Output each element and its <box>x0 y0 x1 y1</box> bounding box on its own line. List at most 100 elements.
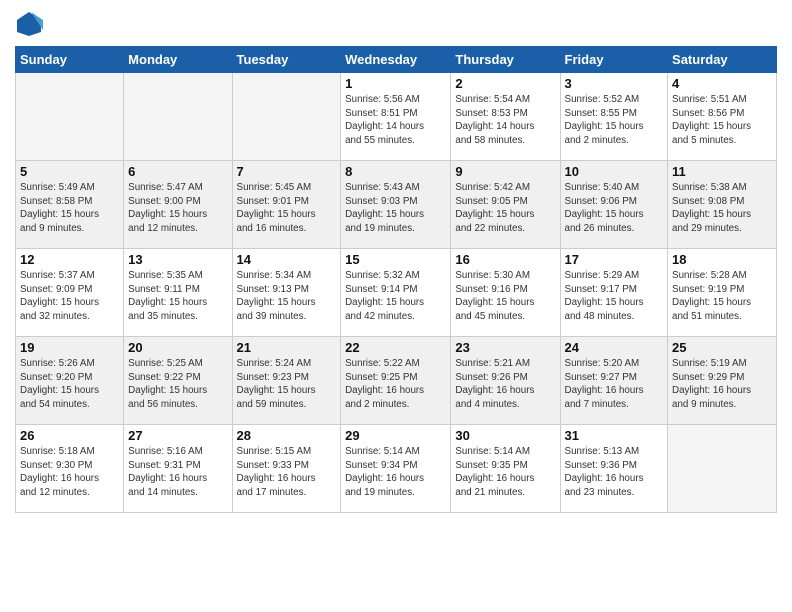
day-info: Sunrise: 5:45 AM Sunset: 9:01 PM Dayligh… <box>237 181 337 236</box>
calendar-day-cell: 30 Sunrise: 5:14 AM Sunset: 9:35 PM Dayli… <box>451 425 560 513</box>
header <box>15 10 777 38</box>
calendar: SundayMondayTuesdayWednesdayThursdayFrid… <box>15 46 777 513</box>
calendar-day-cell: 5 Sunrise: 5:49 AM Sunset: 8:58 PM Daylig… <box>16 161 124 249</box>
day-number: 15 <box>345 252 446 267</box>
day-number: 3 <box>565 76 664 91</box>
calendar-day-cell: 23 Sunrise: 5:21 AM Sunset: 9:26 PM Dayli… <box>451 337 560 425</box>
logo <box>15 10 47 38</box>
page-container: SundayMondayTuesdayWednesdayThursdayFrid… <box>0 0 792 523</box>
day-number: 2 <box>455 76 555 91</box>
day-number: 18 <box>672 252 772 267</box>
day-number: 30 <box>455 428 555 443</box>
day-info: Sunrise: 5:18 AM Sunset: 9:30 PM Dayligh… <box>20 445 119 500</box>
day-number: 20 <box>128 340 227 355</box>
day-number: 14 <box>237 252 337 267</box>
weekday-header-row: SundayMondayTuesdayWednesdayThursdayFrid… <box>16 47 777 73</box>
day-info: Sunrise: 5:47 AM Sunset: 9:00 PM Dayligh… <box>128 181 227 236</box>
calendar-day-cell: 26 Sunrise: 5:18 AM Sunset: 9:30 PM Dayli… <box>16 425 124 513</box>
day-info: Sunrise: 5:19 AM Sunset: 9:29 PM Dayligh… <box>672 357 772 412</box>
calendar-day-cell: 8 Sunrise: 5:43 AM Sunset: 9:03 PM Daylig… <box>341 161 451 249</box>
calendar-day-cell: 17 Sunrise: 5:29 AM Sunset: 9:17 PM Dayli… <box>560 249 668 337</box>
weekday-header: Saturday <box>668 47 777 73</box>
calendar-day-cell <box>668 425 777 513</box>
day-number: 4 <box>672 76 772 91</box>
day-info: Sunrise: 5:22 AM Sunset: 9:25 PM Dayligh… <box>345 357 446 412</box>
day-info: Sunrise: 5:49 AM Sunset: 8:58 PM Dayligh… <box>20 181 119 236</box>
calendar-day-cell: 6 Sunrise: 5:47 AM Sunset: 9:00 PM Daylig… <box>124 161 232 249</box>
day-info: Sunrise: 5:20 AM Sunset: 9:27 PM Dayligh… <box>565 357 664 412</box>
calendar-day-cell <box>124 73 232 161</box>
calendar-day-cell: 25 Sunrise: 5:19 AM Sunset: 9:29 PM Dayli… <box>668 337 777 425</box>
calendar-day-cell: 13Sunrise: 5:35 AM Sunset: 9:11 PM Dayli… <box>124 249 232 337</box>
weekday-header: Wednesday <box>341 47 451 73</box>
day-number: 11 <box>672 164 772 179</box>
day-number: 27 <box>128 428 227 443</box>
day-number: 22 <box>345 340 446 355</box>
weekday-header: Monday <box>124 47 232 73</box>
day-info: Sunrise: 5:13 AM Sunset: 9:36 PM Dayligh… <box>565 445 664 500</box>
day-info: Sunrise: 5:43 AM Sunset: 9:03 PM Dayligh… <box>345 181 446 236</box>
calendar-week-row: 1 Sunrise: 5:56 AM Sunset: 8:51 PM Daylig… <box>16 73 777 161</box>
calendar-day-cell: 1 Sunrise: 5:56 AM Sunset: 8:51 PM Daylig… <box>341 73 451 161</box>
calendar-week-row: 12 Sunrise: 5:37 AM Sunset: 9:09 PM Dayli… <box>16 249 777 337</box>
calendar-day-cell: 18Sunrise: 5:28 AM Sunset: 9:19 PM Dayli… <box>668 249 777 337</box>
day-info: Sunrise: 5:42 AM Sunset: 9:05 PM Dayligh… <box>455 181 555 236</box>
calendar-day-cell: 31Sunrise: 5:13 AM Sunset: 9:36 PM Dayli… <box>560 425 668 513</box>
day-info: Sunrise: 5:21 AM Sunset: 9:26 PM Dayligh… <box>455 357 555 412</box>
day-number: 21 <box>237 340 337 355</box>
day-number: 6 <box>128 164 227 179</box>
calendar-day-cell: 15 Sunrise: 5:32 AM Sunset: 9:14 PM Dayli… <box>341 249 451 337</box>
day-info: Sunrise: 5:32 AM Sunset: 9:14 PM Dayligh… <box>345 269 446 324</box>
day-number: 8 <box>345 164 446 179</box>
logo-icon <box>15 10 43 38</box>
day-info: Sunrise: 5:26 AM Sunset: 9:20 PM Dayligh… <box>20 357 119 412</box>
calendar-day-cell: 27 Sunrise: 5:16 AM Sunset: 9:31 PM Dayli… <box>124 425 232 513</box>
day-number: 10 <box>565 164 664 179</box>
day-number: 12 <box>20 252 119 267</box>
calendar-day-cell: 10 Sunrise: 5:40 AM Sunset: 9:06 PM Dayli… <box>560 161 668 249</box>
day-info: Sunrise: 5:56 AM Sunset: 8:51 PM Dayligh… <box>345 93 446 148</box>
day-info: Sunrise: 5:25 AM Sunset: 9:22 PM Dayligh… <box>128 357 227 412</box>
calendar-day-cell: 20 Sunrise: 5:25 AM Sunset: 9:22 PM Dayli… <box>124 337 232 425</box>
day-info: Sunrise: 5:40 AM Sunset: 9:06 PM Dayligh… <box>565 181 664 236</box>
day-info: Sunrise: 5:37 AM Sunset: 9:09 PM Dayligh… <box>20 269 119 324</box>
calendar-day-cell: 22 Sunrise: 5:22 AM Sunset: 9:25 PM Dayli… <box>341 337 451 425</box>
day-number: 13 <box>128 252 227 267</box>
weekday-header: Thursday <box>451 47 560 73</box>
day-number: 24 <box>565 340 664 355</box>
calendar-day-cell: 9Sunrise: 5:42 AM Sunset: 9:05 PM Daylig… <box>451 161 560 249</box>
calendar-day-cell: 16 Sunrise: 5:30 AM Sunset: 9:16 PM Dayli… <box>451 249 560 337</box>
day-info: Sunrise: 5:14 AM Sunset: 9:34 PM Dayligh… <box>345 445 446 500</box>
day-number: 26 <box>20 428 119 443</box>
calendar-day-cell: 24 Sunrise: 5:20 AM Sunset: 9:27 PM Dayli… <box>560 337 668 425</box>
calendar-day-cell: 19Sunrise: 5:26 AM Sunset: 9:20 PM Dayli… <box>16 337 124 425</box>
day-info: Sunrise: 5:30 AM Sunset: 9:16 PM Dayligh… <box>455 269 555 324</box>
calendar-day-cell: 3 Sunrise: 5:52 AM Sunset: 8:55 PM Daylig… <box>560 73 668 161</box>
calendar-day-cell <box>16 73 124 161</box>
day-info: Sunrise: 5:29 AM Sunset: 9:17 PM Dayligh… <box>565 269 664 324</box>
calendar-day-cell: 4Sunrise: 5:51 AM Sunset: 8:56 PM Daylig… <box>668 73 777 161</box>
day-number: 16 <box>455 252 555 267</box>
calendar-day-cell: 14 Sunrise: 5:34 AM Sunset: 9:13 PM Dayli… <box>232 249 341 337</box>
day-info: Sunrise: 5:16 AM Sunset: 9:31 PM Dayligh… <box>128 445 227 500</box>
day-number: 23 <box>455 340 555 355</box>
calendar-day-cell: 2Sunrise: 5:54 AM Sunset: 8:53 PM Daylig… <box>451 73 560 161</box>
calendar-day-cell: 11 Sunrise: 5:38 AM Sunset: 9:08 PM Dayli… <box>668 161 777 249</box>
day-info: Sunrise: 5:24 AM Sunset: 9:23 PM Dayligh… <box>237 357 337 412</box>
day-number: 5 <box>20 164 119 179</box>
day-info: Sunrise: 5:38 AM Sunset: 9:08 PM Dayligh… <box>672 181 772 236</box>
day-number: 1 <box>345 76 446 91</box>
day-number: 25 <box>672 340 772 355</box>
day-number: 17 <box>565 252 664 267</box>
day-info: Sunrise: 5:14 AM Sunset: 9:35 PM Dayligh… <box>455 445 555 500</box>
calendar-day-cell: 28Sunrise: 5:15 AM Sunset: 9:33 PM Dayli… <box>232 425 341 513</box>
weekday-header: Sunday <box>16 47 124 73</box>
calendar-week-row: 19Sunrise: 5:26 AM Sunset: 9:20 PM Dayli… <box>16 337 777 425</box>
calendar-day-cell: 29Sunrise: 5:14 AM Sunset: 9:34 PM Dayli… <box>341 425 451 513</box>
calendar-week-row: 26 Sunrise: 5:18 AM Sunset: 9:30 PM Dayli… <box>16 425 777 513</box>
calendar-day-cell: 12 Sunrise: 5:37 AM Sunset: 9:09 PM Dayli… <box>16 249 124 337</box>
calendar-day-cell: 21 Sunrise: 5:24 AM Sunset: 9:23 PM Dayli… <box>232 337 341 425</box>
day-info: Sunrise: 5:34 AM Sunset: 9:13 PM Dayligh… <box>237 269 337 324</box>
day-info: Sunrise: 5:52 AM Sunset: 8:55 PM Dayligh… <box>565 93 664 148</box>
day-number: 28 <box>237 428 337 443</box>
